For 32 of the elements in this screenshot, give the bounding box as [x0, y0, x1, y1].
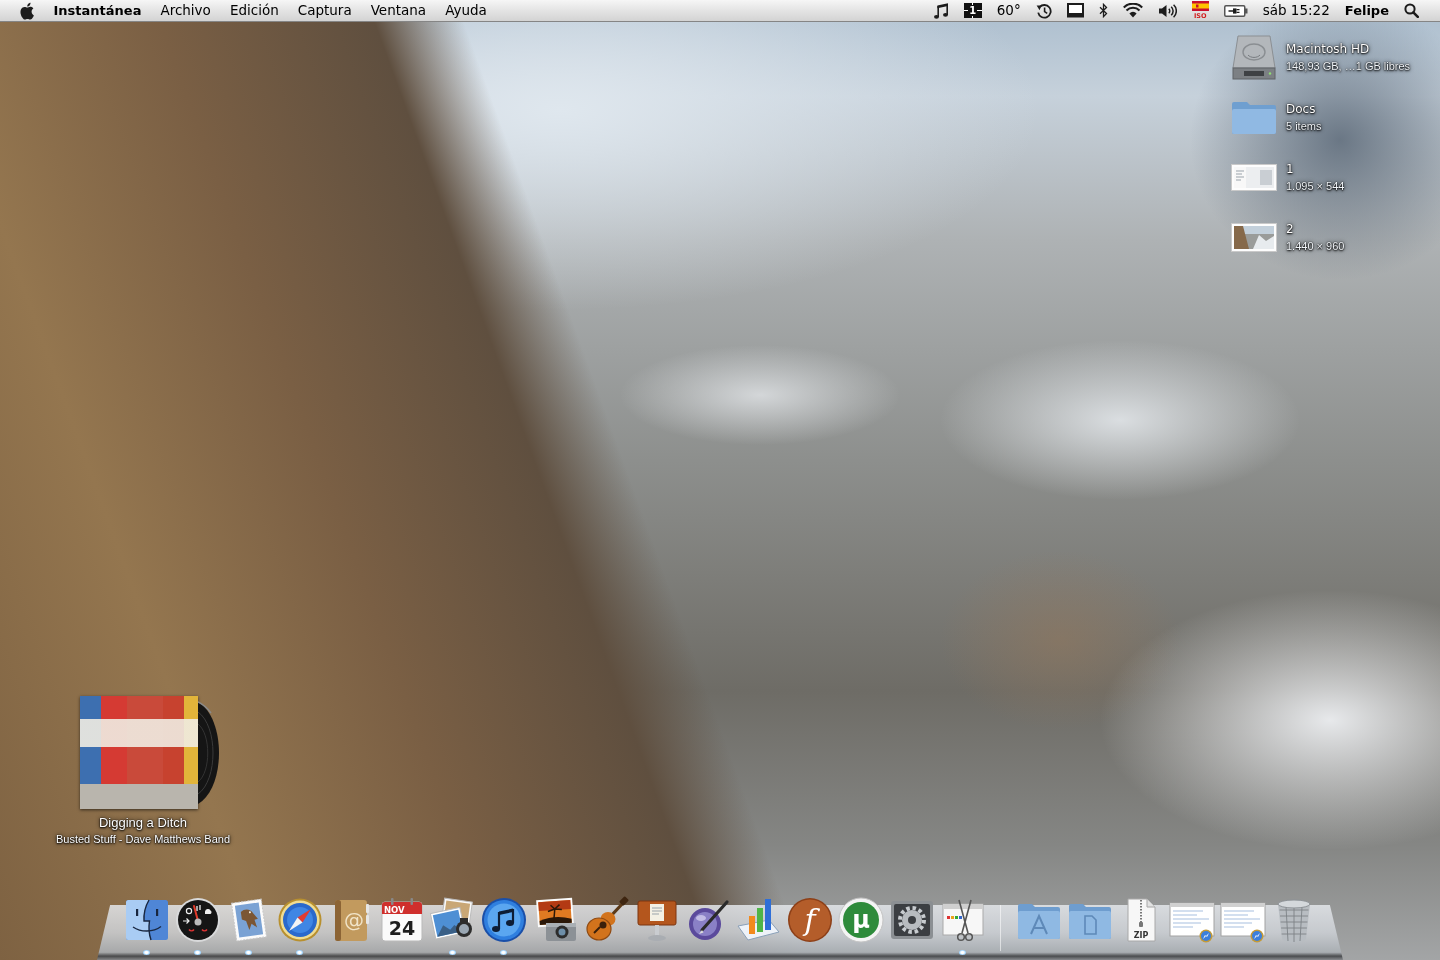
display-icon[interactable] [1066, 3, 1084, 18]
menu-item[interactable]: Ayuda [435, 0, 497, 21]
menu-item[interactable]: Captura [288, 0, 362, 21]
flag-icon [1191, 1, 1209, 11]
image-thumbnail[interactable] [1231, 222, 1277, 252]
desktop-icon-info: 5 items [1286, 119, 1322, 133]
music-note-icon[interactable] [479, 896, 528, 944]
track-title: Digging a Ditch [98, 815, 188, 830]
mu-logo-icon[interactable]: µ [836, 896, 885, 944]
battery-icon[interactable] [1223, 4, 1248, 17]
time-machine-icon[interactable] [1035, 2, 1052, 19]
letter-f-logo-icon[interactable]: f [785, 896, 834, 944]
music-note-icon[interactable] [933, 2, 949, 19]
wifi-icon[interactable] [1122, 3, 1143, 18]
spaces-menu[interactable]: 1 [963, 3, 982, 18]
dashboard-gauge-icon[interactable] [173, 896, 222, 944]
desktop-icon-info: 1.095 × 544 [1286, 179, 1345, 193]
user-menu[interactable]: Felipe [1344, 0, 1389, 21]
album-artist-text: Busted Stuff - Dave Matthews Band [55, 833, 231, 846]
bluetooth-icon[interactable] [1098, 3, 1108, 18]
desktop-icon-info: 148,93 GB, …1 GB libres [1286, 59, 1411, 73]
menu-item[interactable]: Edición [220, 0, 289, 21]
app-menu[interactable]: Instantánea [44, 0, 151, 21]
screenshot-thumbnail[interactable] [1231, 163, 1277, 191]
apple-menu-icon[interactable] [18, 0, 35, 21]
menu-clock[interactable]: sáb 15:22 [1262, 0, 1330, 21]
weather-temperature[interactable]: 60° [996, 0, 1021, 21]
search-icon[interactable] [1404, 3, 1419, 18]
hard-drive-icon[interactable] [1231, 34, 1277, 80]
volume-icon[interactable] [1157, 3, 1177, 18]
menu-item[interactable]: Archivo [150, 0, 221, 21]
menu-item[interactable]: Ventana [361, 0, 436, 21]
